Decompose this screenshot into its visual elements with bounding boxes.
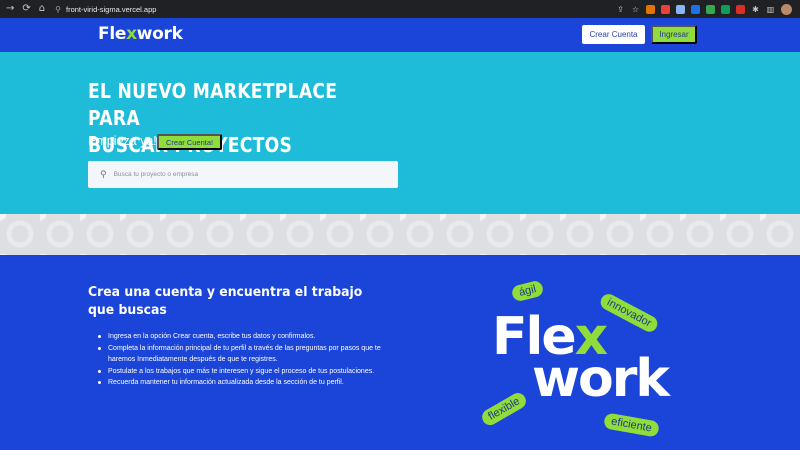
brand-word-work: work (532, 349, 670, 409)
flexwork-logo[interactable]: Flexwork (98, 24, 183, 44)
browser-toolbar: → ⟳ ⌂ ⚲ front-virid-sigma.vercel.app ⇪ ☆… (0, 0, 800, 18)
decorative-pattern (0, 214, 800, 255)
hero-title-line1: EL NUEVO MARKETPLACE PARA (88, 79, 338, 130)
tag-eficiente: eficiente (603, 412, 660, 438)
browser-nav: → ⟳ ⌂ (0, 4, 45, 14)
share-icon[interactable]: ⇪ (616, 5, 625, 14)
puzzle-icon[interactable]: ✱ (751, 5, 760, 14)
section-title: Crea una cuenta y encuentra el trabajo q… (88, 284, 363, 318)
steps-list: Ingresa en la opción Crear cuenta, escri… (96, 331, 386, 389)
profile-avatar[interactable] (781, 3, 792, 15)
site-header: Flexwork Crear Cuenta Ingresar (0, 18, 800, 52)
extension-icon[interactable] (721, 4, 730, 14)
search-input[interactable] (113, 171, 374, 178)
extension-icon[interactable] (661, 4, 670, 14)
hero-subtitle: Empieza ya! (88, 134, 157, 148)
address-bar[interactable]: ⚲ front-virid-sigma.vercel.app (55, 2, 616, 16)
create-account-button[interactable]: Crear Cuenta (582, 25, 645, 44)
search-icon: ⚲ (100, 169, 107, 180)
list-item: Recuerda mantener tu información actuali… (96, 377, 386, 389)
extension-icon[interactable] (676, 4, 685, 14)
hero-section: EL NUEVO MARKETPLACE PARA BUSCAR PROYECT… (0, 52, 800, 214)
hero-create-account-button[interactable]: Crear Cuenta! (157, 134, 223, 150)
list-item: Completa la información principal de tu … (96, 343, 386, 366)
brand-graphic: Flex work ágil innovador flexible eficie… (470, 275, 700, 445)
tag-innovador: innovador (597, 291, 661, 335)
list-item: Ingresa en la opción Crear cuenta, escri… (96, 331, 386, 343)
extension-icon[interactable] (736, 4, 745, 14)
logo-suffix: work (136, 24, 183, 44)
extensions-area: ⇪ ☆ ✱ ▥ (616, 3, 800, 15)
login-button[interactable]: Ingresar (651, 25, 697, 44)
extension-icon[interactable] (691, 4, 700, 14)
tag-agil: ágil (510, 279, 545, 303)
reload-icon[interactable]: ⟳ (22, 4, 30, 14)
search-bar[interactable]: ⚲ (88, 161, 398, 188)
address-bar-url[interactable]: front-virid-sigma.vercel.app (66, 5, 156, 14)
home-icon[interactable]: ⌂ (39, 4, 45, 14)
logo-prefix: Fle (98, 24, 127, 44)
bookmark-star-icon[interactable]: ☆ (631, 5, 640, 14)
side-panel-icon[interactable]: ▥ (766, 5, 775, 14)
list-item: Postulate a los trabajos que más te inte… (96, 366, 386, 378)
extension-icon[interactable] (646, 4, 655, 14)
forward-icon[interactable]: → (6, 4, 14, 14)
logo-x: x (126, 24, 137, 44)
how-it-works-section: Crea una cuenta y encuentra el trabajo q… (0, 255, 800, 450)
tag-flexible: flexible (479, 390, 530, 428)
site-info-icon[interactable]: ⚲ (55, 5, 61, 14)
extension-icon[interactable] (706, 4, 715, 14)
